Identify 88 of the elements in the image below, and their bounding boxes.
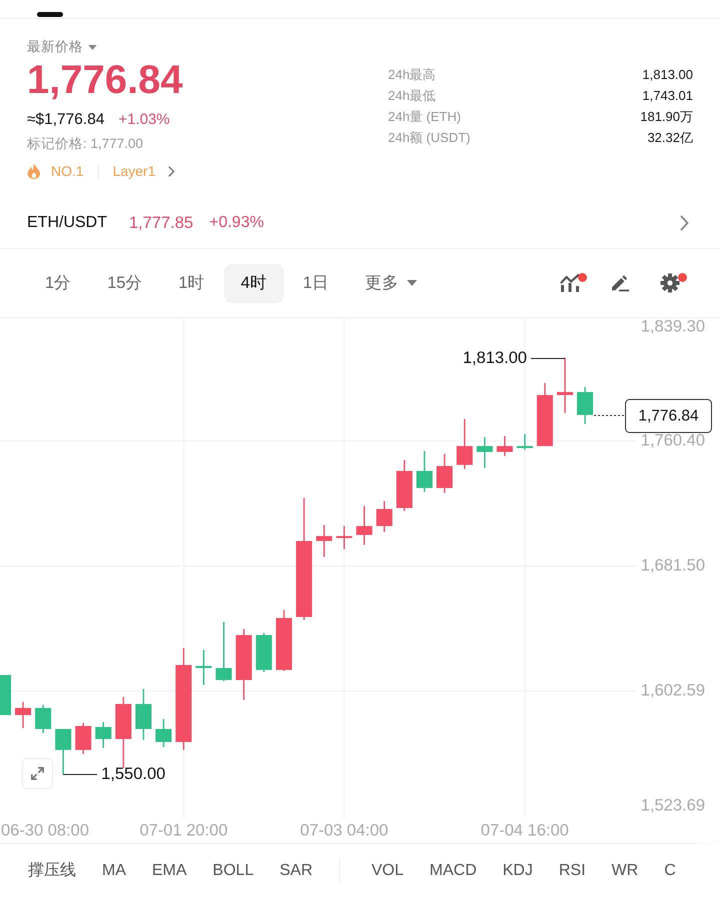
candle <box>356 506 372 545</box>
price-axis-label: 1,760.40 <box>640 431 705 450</box>
pair-symbol: ETH/USDT <box>27 213 107 233</box>
rank-label: NO.1 <box>51 162 84 180</box>
candle <box>336 526 352 550</box>
usd-price: ≈$1,776.84 <box>27 110 104 130</box>
interval-tab[interactable]: 4时 <box>224 264 284 302</box>
candle <box>35 704 52 733</box>
price-change: +1.03% <box>118 110 170 130</box>
candle <box>516 434 533 450</box>
stat-value: 1,813.00 <box>642 66 693 84</box>
interval-tab[interactable]: 1日 <box>286 264 346 302</box>
line-chart-icon <box>560 274 580 292</box>
indicator-tab[interactable]: MA <box>102 858 126 882</box>
high-price-leader <box>530 358 566 359</box>
candle <box>376 501 392 532</box>
candle <box>0 674 12 716</box>
candle <box>156 719 172 748</box>
candle <box>75 723 92 754</box>
indicator-tab[interactable]: EMA <box>152 858 187 882</box>
time-axis-label: 07-01 20:00 <box>140 821 228 840</box>
settings-icon <box>660 273 680 293</box>
candle <box>556 358 573 413</box>
candle <box>115 697 132 768</box>
caret-icon <box>407 280 418 286</box>
time-axis-label: 07-03 04:00 <box>300 821 388 840</box>
indicator-tab[interactable]: VOL <box>372 858 404 882</box>
candle <box>316 524 332 557</box>
candle <box>396 460 412 512</box>
time-axis-label: 06-30 08:00 <box>0 821 90 840</box>
last-price-line <box>594 415 626 416</box>
candle <box>256 633 272 672</box>
caret-icon <box>88 44 97 50</box>
candle <box>15 702 32 728</box>
mark-price: 标记价格: 1,777.00 <box>27 135 144 153</box>
candle <box>95 722 112 748</box>
stat-value: 181.90万 <box>640 108 693 126</box>
price-axis-label: 1,681.50 <box>640 556 705 574</box>
stat-label: 24h额 (USDT) <box>388 129 470 147</box>
candle <box>536 383 553 446</box>
pair-change: +0.93% <box>209 213 264 233</box>
flame-icon <box>27 163 41 179</box>
candle <box>236 629 252 700</box>
indicator-tab[interactable]: SAR <box>280 858 312 882</box>
low-price-leader <box>62 774 98 775</box>
indicator-tab[interactable]: WR <box>612 858 638 882</box>
candle <box>276 610 292 672</box>
indicator-tab[interactable]: MACD <box>430 858 477 882</box>
expand-icon <box>30 766 45 781</box>
chevron-right-icon[interactable] <box>680 215 689 231</box>
time-axis-label: 07-04 16:00 <box>480 821 569 840</box>
stat-value: 1,743.01 <box>642 87 693 105</box>
interval-tab[interactable]: 1时 <box>162 264 222 302</box>
low-price-label: 1,550.00 <box>101 764 166 783</box>
price-axis-label: 1,839.30 <box>640 318 705 336</box>
stat-label: 24h最低 <box>388 87 436 105</box>
stat-value: 32.32亿 <box>647 129 693 147</box>
price-type-dropdown[interactable]: 最新价格 <box>27 37 97 57</box>
candle <box>216 622 232 681</box>
last-price-tag: 1,776.84 <box>625 399 712 433</box>
stat-label: 24h量 (ETH) <box>388 108 461 126</box>
more-dropdown[interactable]: 更多 <box>348 264 434 302</box>
last-price: 1,776.84 <box>27 57 183 103</box>
tab-underline <box>37 12 63 17</box>
candle <box>436 454 453 493</box>
candle <box>135 688 152 740</box>
candle <box>456 418 473 470</box>
candle <box>196 650 212 685</box>
indicator-tab[interactable]: C <box>664 858 676 882</box>
interval-tab[interactable]: 15分 <box>90 264 160 302</box>
candle <box>496 436 513 456</box>
candle <box>416 450 432 492</box>
price-axis-label: 1,602.59 <box>640 681 705 700</box>
indicator-tab[interactable]: BOLL <box>212 858 254 882</box>
price-axis-label: 1,523.69 <box>640 796 705 814</box>
candle <box>476 437 493 468</box>
candle <box>55 729 72 774</box>
candle <box>577 386 594 424</box>
pencil-icon <box>610 274 630 292</box>
interval-tab[interactable]: 1分 <box>28 264 88 302</box>
high-price-label: 1,813.00 <box>462 348 527 367</box>
pair-price: 1,777.85 <box>129 212 194 234</box>
indicator-tab[interactable]: 撑压线 <box>28 858 76 882</box>
expand-button[interactable] <box>22 758 53 789</box>
stat-label: 24h最高 <box>388 66 436 84</box>
indicator-tab[interactable]: KDJ <box>502 858 533 882</box>
chevron-right-icon <box>168 166 174 176</box>
indicator-tab[interactable]: RSI <box>558 858 586 882</box>
